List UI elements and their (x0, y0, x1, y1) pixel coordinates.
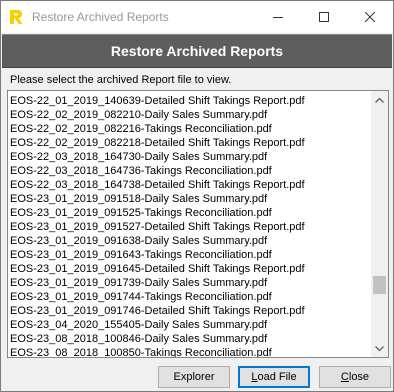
list-item[interactable]: EOS-23_01_2019_091527-Detailed Shift Tak… (10, 220, 370, 234)
list-item[interactable]: EOS-22_01_2019_140639-Detailed Shift Tak… (10, 94, 370, 108)
list-item[interactable]: EOS-23_01_2019_091645-Detailed Shift Tak… (10, 262, 370, 276)
close-mnemonic: C (340, 371, 349, 383)
instruction-label: Please select the archived Report file t… (10, 74, 232, 86)
list-item[interactable]: EOS-22_02_2019_082210-Daily Sales Summar… (10, 108, 370, 122)
window-title: Restore Archived Reports (32, 10, 169, 24)
chevron-down-icon (375, 345, 384, 351)
maximize-icon (319, 12, 329, 22)
r-logo-icon (8, 9, 24, 25)
list-item[interactable]: EOS-23_01_2019_091744-Takings Reconcilia… (10, 290, 370, 304)
list-item[interactable]: EOS-22_03_2018_164738-Detailed Shift Tak… (10, 178, 370, 192)
scroll-up-button[interactable] (371, 91, 388, 108)
close-button-label: lose (348, 371, 370, 383)
list-item[interactable]: EOS-22_02_2019_082216-Takings Reconcilia… (10, 122, 370, 136)
list-item[interactable]: EOS-23_01_2019_091518-Daily Sales Summar… (10, 192, 370, 206)
dialog-header-title: Restore Archived Reports (110, 43, 284, 59)
dialog-header: Restore Archived Reports (2, 34, 392, 68)
list-item[interactable]: EOS-23_04_2020_155405-Daily Sales Summar… (10, 318, 370, 332)
minimize-icon (273, 17, 283, 18)
close-button[interactable]: Close (319, 366, 391, 388)
list-item[interactable]: EOS-23_08_2018_100850-Takings Reconcilia… (10, 346, 370, 357)
load-file-button[interactable]: Load File (238, 366, 310, 388)
explorer-button-label: Explorer (173, 371, 215, 383)
chevron-up-icon (375, 97, 384, 103)
load-file-button-label: oad File (257, 371, 297, 383)
report-file-listbox[interactable]: EOS-22_01_2019_140639-Detailed Shift Tak… (7, 90, 389, 358)
minimize-button[interactable] (255, 1, 301, 33)
scroll-down-button[interactable] (371, 340, 388, 357)
restore-archived-reports-window: Restore Archived Reports Restore Archive… (0, 0, 394, 392)
list-item[interactable]: EOS-23_01_2019_091746-Detailed Shift Tak… (10, 304, 370, 318)
vertical-scrollbar[interactable] (371, 91, 388, 357)
report-file-list: EOS-22_01_2019_140639-Detailed Shift Tak… (10, 94, 370, 357)
explorer-button[interactable]: Explorer (158, 366, 230, 388)
list-item[interactable]: EOS-22_03_2018_164730-Daily Sales Summar… (10, 150, 370, 164)
list-item[interactable]: EOS-22_03_2018_164736-Takings Reconcilia… (10, 164, 370, 178)
list-item[interactable]: EOS-22_02_2019_082218-Detailed Shift Tak… (10, 136, 370, 150)
close-icon (365, 12, 375, 22)
list-item[interactable]: EOS-23_01_2019_091739-Daily Sales Summar… (10, 276, 370, 290)
scroll-thumb[interactable] (373, 276, 386, 294)
list-item[interactable]: EOS-23_08_2018_100846-Daily Sales Summar… (10, 332, 370, 346)
title-bar[interactable]: Restore Archived Reports (1, 1, 393, 33)
maximize-button[interactable] (301, 1, 347, 33)
close-window-button[interactable] (347, 1, 393, 33)
list-item[interactable]: EOS-23_01_2019_091638-Daily Sales Summar… (10, 234, 370, 248)
list-item[interactable]: EOS-23_01_2019_091643-Takings Reconcilia… (10, 248, 370, 262)
list-item[interactable]: EOS-23_01_2019_091525-Takings Reconcilia… (10, 206, 370, 220)
